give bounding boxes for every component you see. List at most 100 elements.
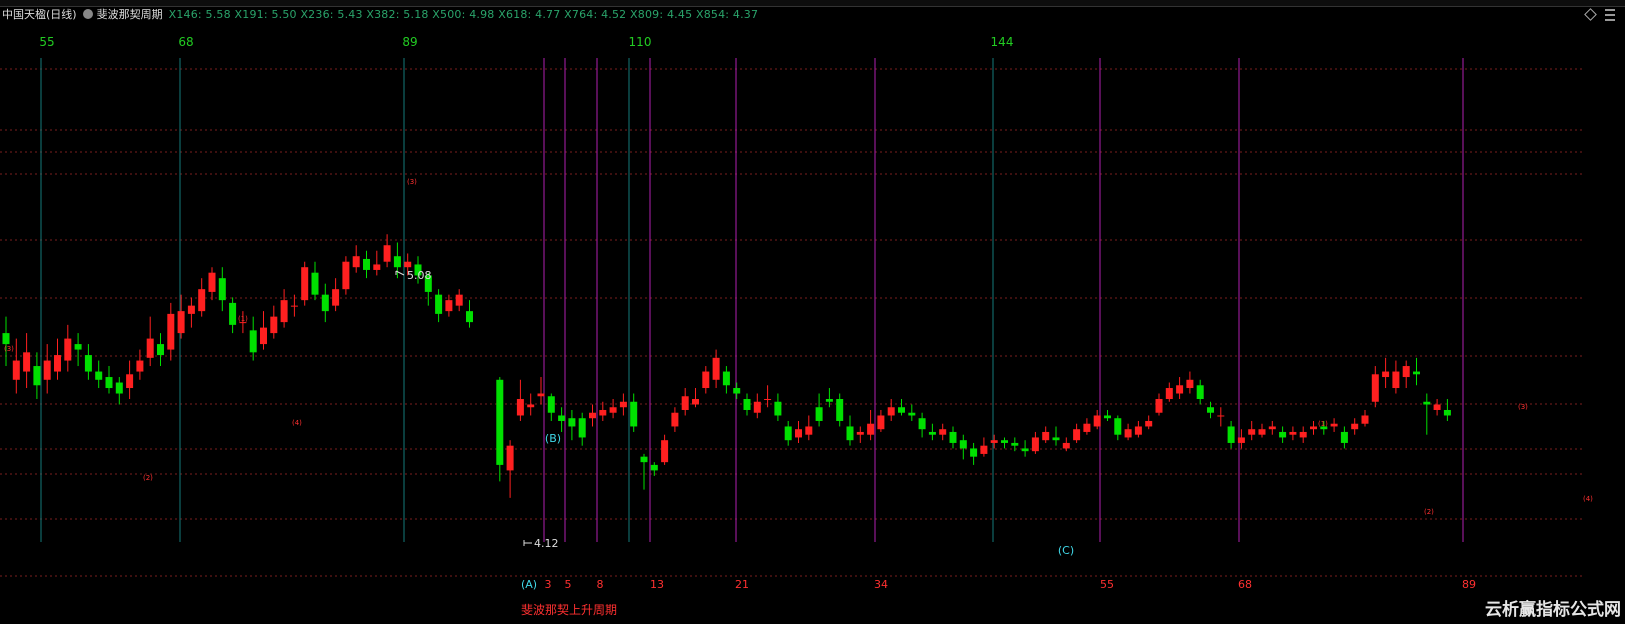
candles	[2, 234, 1451, 498]
candle-body	[887, 407, 895, 416]
candle-body	[568, 418, 576, 427]
candle-body	[825, 399, 833, 402]
candle-body	[1196, 385, 1204, 400]
bottom-cycle-label: 3	[545, 578, 552, 591]
cycle-lines	[40, 58, 1464, 542]
candle-body	[970, 448, 978, 457]
candle-body	[949, 431, 957, 443]
candle-body	[1052, 437, 1060, 441]
candle-body	[1423, 401, 1431, 405]
candle-body	[84, 355, 92, 372]
candle-body	[229, 302, 237, 325]
wave-mark: (3)	[407, 178, 417, 186]
candle-body	[455, 294, 463, 306]
menu-icon[interactable]	[1605, 9, 1615, 21]
candle-body	[342, 261, 350, 290]
candle-body	[1114, 418, 1122, 435]
candlestick-chart[interactable]: 55 68 89 110 144 (A) 3 5 8 13 21 34 55 6…	[0, 24, 1625, 624]
candle-body	[1268, 426, 1276, 430]
candle-body	[650, 464, 658, 471]
candle-body	[280, 300, 288, 323]
candle-body	[1186, 379, 1194, 389]
candle-body	[671, 412, 679, 427]
candle-body	[733, 388, 741, 394]
candle-body	[321, 294, 329, 312]
candle-body	[23, 352, 31, 372]
wave-label-c: (C)	[1058, 544, 1074, 557]
indicator-toggle-icon[interactable]	[82, 9, 93, 19]
watermark: 云析赢指标公式网	[1485, 600, 1621, 620]
candle-body	[867, 423, 875, 435]
wave-mark: (1)	[238, 315, 248, 323]
candle-body	[990, 440, 998, 443]
candle-body	[692, 399, 699, 405]
candle-body	[1073, 429, 1081, 441]
candle-body	[805, 426, 813, 435]
candle-body	[54, 355, 61, 372]
indicator-name[interactable]: 斐波那契周期	[97, 8, 163, 21]
wave-mark: (1)	[1318, 420, 1328, 428]
candle-body	[702, 371, 710, 389]
candle-body	[187, 305, 195, 314]
candle-body	[712, 357, 720, 380]
candle-body	[908, 412, 916, 416]
wave-mark: (2)	[143, 474, 153, 482]
candle-body	[1361, 415, 1369, 424]
candle-body	[311, 272, 319, 295]
candle-body	[1155, 399, 1163, 413]
bottom-cycle-label: 89	[1462, 578, 1476, 591]
candle-body	[1176, 385, 1184, 394]
bottom-cycle-label: 5	[565, 578, 572, 591]
candle-body	[815, 407, 823, 421]
bottom-cycle-label: 68	[1238, 578, 1252, 591]
candle-body	[64, 338, 72, 361]
bottom-cycle-label: 21	[735, 578, 749, 591]
candle-body	[774, 401, 782, 416]
candle-body	[640, 456, 648, 463]
candle-body	[1001, 440, 1008, 443]
candle-body	[1021, 448, 1029, 452]
candle-body	[157, 344, 164, 356]
candle-body	[393, 256, 401, 268]
wave-mark: (3)	[4, 345, 14, 353]
candle-body	[332, 289, 340, 306]
candle-body	[506, 445, 514, 471]
candle-body	[898, 407, 905, 413]
candle-body	[445, 300, 453, 312]
candle-body	[1279, 431, 1287, 438]
candle-body	[435, 294, 443, 314]
candle-body	[547, 396, 555, 413]
top-cycle-label: 89	[402, 35, 417, 49]
candle-body	[619, 401, 627, 408]
candle-body	[208, 272, 216, 292]
candle-body	[743, 399, 751, 410]
stock-title[interactable]: 中国天楹(日线)	[2, 8, 77, 21]
candle-body	[1145, 420, 1153, 427]
candle-body	[599, 409, 607, 416]
candle-body	[877, 415, 885, 430]
candle-body	[373, 264, 381, 270]
candle-body	[753, 401, 761, 413]
candle-body	[1433, 404, 1441, 410]
candle-body	[1330, 423, 1338, 427]
indicator-info-bar: 中国天楹(日线) 斐波那契周期 X146: 5.58 X191: 5.50 X236…	[0, 6, 1625, 24]
candle-body	[1011, 442, 1019, 446]
candle-body	[496, 379, 504, 465]
candle-body	[795, 429, 802, 438]
candle-body	[1289, 431, 1297, 435]
candle-body	[589, 412, 596, 419]
indicator-values: X146: 5.58 X191: 5.50 X236: 5.43 X382: 5…	[168, 8, 759, 21]
candle-body	[126, 374, 134, 389]
top-cycle-label: 144	[991, 35, 1014, 49]
candle-body	[527, 404, 535, 408]
candle-body	[1402, 366, 1410, 378]
candle-body	[177, 311, 185, 334]
bottom-cycle-label: 34	[874, 578, 888, 591]
candle-body	[136, 360, 144, 372]
candle-body	[959, 440, 967, 449]
candle-body	[1258, 429, 1266, 435]
bottom-cycle-label: 8	[597, 578, 604, 591]
wave-label-a: (A)	[521, 578, 537, 591]
candle-body	[105, 377, 113, 389]
candle-body	[516, 399, 524, 416]
